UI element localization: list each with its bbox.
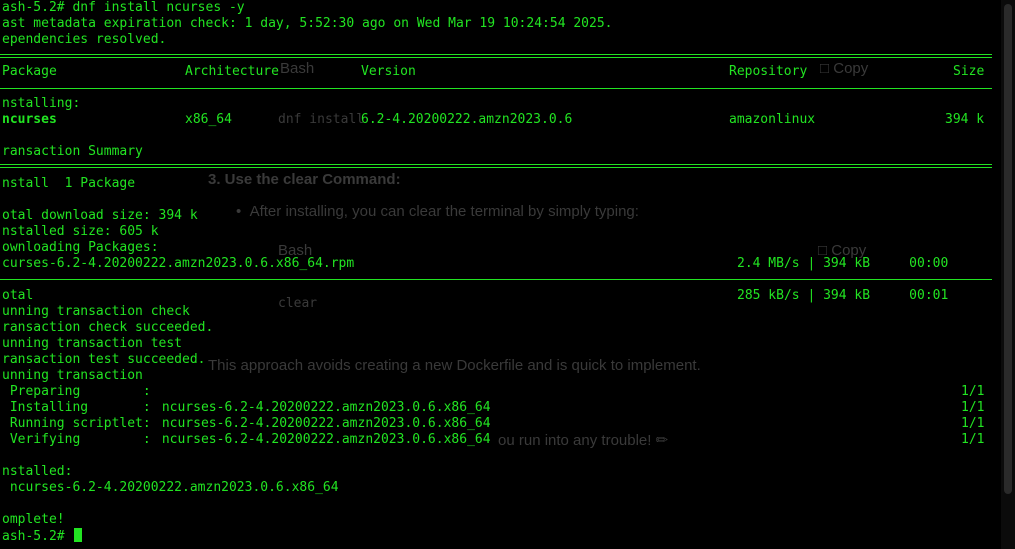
- table-top-rule-1: [0, 54, 992, 55]
- summary-rule-2: [0, 167, 992, 168]
- command-line: ash-5.2# dnf install ncurses -y: [2, 0, 245, 15]
- total-label: otal: [2, 288, 34, 303]
- step-line: unning transaction: [2, 368, 143, 383]
- terminal-window[interactable]: ash-5.2# dnf install ncurses -y ast meta…: [0, 0, 1015, 549]
- step-line: ransaction check succeeded.: [2, 320, 214, 335]
- progress-count: 1/1: [961, 384, 985, 399]
- text-cursor: [74, 528, 83, 542]
- progress-package: ncurses-6.2-4.20200222.amzn2023.0.6.x86_…: [154, 432, 491, 447]
- shell-prompt[interactable]: ash-5.2#: [2, 528, 83, 544]
- installed-size: nstalled size: 605 k: [2, 224, 159, 239]
- complete-line: omplete!: [2, 512, 65, 527]
- installed-package: ncurses-6.2-4.20200222.amzn2023.0.6.x86_…: [2, 480, 339, 495]
- progress-label: Installing :: [2, 400, 151, 415]
- prompt-text: ash-5.2#: [2, 529, 73, 544]
- header-size: Size: [953, 64, 985, 79]
- step-line: unning transaction check: [2, 304, 190, 319]
- row-version: 6.2-4.20200222.amzn2023.0.6: [361, 112, 573, 127]
- progress-count: 1/1: [961, 416, 985, 431]
- rpm-file: curses-6.2-4.20200222.amzn2023.0.6.x86_6…: [2, 256, 355, 271]
- table-header-rule: [0, 88, 992, 89]
- scrollbar[interactable]: [1001, 0, 1015, 549]
- progress-label: Running scriptlet:: [2, 416, 151, 431]
- downloading-packages: ownloading Packages:: [2, 240, 159, 255]
- header-version: Version: [361, 64, 416, 79]
- summary-rule-1: [0, 164, 992, 165]
- metadata-line: ast metadata expiration check: 1 day, 5:…: [2, 16, 613, 31]
- download-size: otal download size: 394 k: [2, 208, 198, 223]
- progress-package: ncurses-6.2-4.20200222.amzn2023.0.6.x86_…: [154, 400, 491, 415]
- total-speed: 285 kB/s | 394 kB 00:01: [737, 288, 949, 303]
- total-rule: [0, 279, 992, 280]
- installed-header: nstalled:: [2, 464, 73, 479]
- progress-package: ncurses-6.2-4.20200222.amzn2023.0.6.x86_…: [154, 416, 491, 431]
- installing-section: nstalling:: [2, 96, 81, 111]
- progress-count: 1/1: [961, 400, 985, 415]
- progress-label: Preparing :: [2, 384, 151, 399]
- install-count: nstall 1 Package: [2, 176, 136, 191]
- table-top-rule-2: [0, 57, 992, 58]
- progress-label: Verifying :: [2, 432, 151, 447]
- row-size: 394 k: [945, 112, 985, 127]
- scrollbar-thumb[interactable]: [1004, 4, 1012, 494]
- row-package: ncurses: [2, 112, 57, 127]
- header-package: Package: [2, 64, 57, 79]
- row-arch: x86_64: [185, 112, 232, 127]
- row-repository: amazonlinux: [729, 112, 816, 127]
- dependencies-line: ependencies resolved.: [2, 32, 167, 47]
- progress-count: 1/1: [961, 432, 985, 447]
- step-line: unning transaction test: [2, 336, 183, 351]
- rpm-speed: 2.4 MB/s | 394 kB 00:00: [737, 256, 949, 271]
- header-repository: Repository: [729, 64, 808, 79]
- header-architecture: Architecture: [185, 64, 279, 79]
- step-line: ransaction test succeeded.: [2, 352, 206, 367]
- transaction-summary: ransaction Summary: [2, 144, 143, 159]
